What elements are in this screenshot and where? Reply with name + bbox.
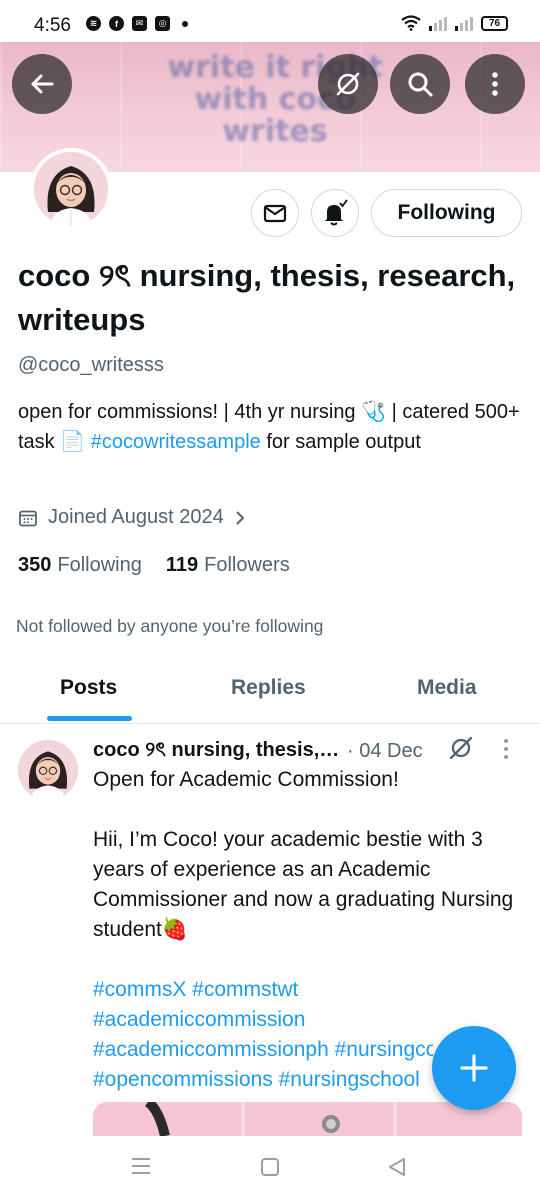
spotify-icon: ≋ bbox=[86, 16, 101, 31]
tweet-date[interactable]: · 04 Dec bbox=[347, 740, 423, 763]
recent-apps-button[interactable] bbox=[130, 1156, 152, 1181]
profile-bio: open for commissions! | 4th yr nursing 🩺… bbox=[18, 397, 523, 457]
grok-button[interactable] bbox=[318, 54, 378, 114]
calendar-icon bbox=[19, 510, 37, 526]
tab-active-indicator bbox=[47, 716, 132, 721]
messenger-icon: ✉ bbox=[132, 16, 147, 31]
status-bar: 4:56 ≋ f ✉ ◎ 76 bbox=[0, 0, 540, 44]
following-count: 350 bbox=[18, 554, 52, 576]
message-button[interactable] bbox=[251, 189, 299, 237]
chevron-right-icon bbox=[235, 510, 245, 525]
compose-post-button[interactable] bbox=[432, 1026, 516, 1110]
following-label: Following bbox=[57, 554, 142, 576]
grok-icon bbox=[336, 72, 360, 96]
profile-avatar[interactable] bbox=[30, 148, 112, 230]
followers-count-link[interactable]: 119 Followers bbox=[166, 554, 290, 577]
bio-suffix: for sample output bbox=[260, 431, 421, 453]
following-button[interactable]: Following bbox=[371, 189, 522, 237]
signal-2-icon bbox=[455, 15, 473, 31]
bio-hashtag-link[interactable]: #cocowritessample bbox=[91, 431, 261, 453]
facebook-icon: f bbox=[109, 16, 124, 31]
home-button[interactable] bbox=[259, 1156, 281, 1183]
followers-count: 119 bbox=[165, 554, 199, 576]
tab-posts[interactable]: Posts bbox=[60, 676, 117, 700]
back-arrow-icon bbox=[31, 74, 54, 94]
more-vertical-icon bbox=[492, 72, 498, 96]
square-home-icon bbox=[261, 1158, 279, 1176]
joined-date-row[interactable]: Joined August 2024 bbox=[18, 506, 246, 529]
tab-media[interactable]: Media bbox=[417, 676, 477, 700]
notification-dot bbox=[182, 20, 188, 27]
tweet-body[interactable]: Open for Academic Commission! Hii, I’m C… bbox=[93, 765, 523, 975]
tweet-line2: Hii, I’m Coco! your academic bestie with… bbox=[93, 828, 514, 941]
followers-label: Followers bbox=[204, 554, 290, 576]
mail-icon bbox=[263, 204, 287, 223]
tweet-media[interactable] bbox=[93, 1102, 522, 1136]
tweet-hashtags-line1[interactable]: #commsX #commstwt bbox=[93, 975, 433, 1005]
more-vertical-icon bbox=[504, 739, 508, 759]
bell-check-icon bbox=[325, 199, 348, 226]
tweet-author-name[interactable]: coco ୨ৎ nursing, thesis, research, write… bbox=[93, 735, 341, 768]
search-button[interactable] bbox=[390, 54, 450, 114]
menu-lines-icon bbox=[132, 1158, 150, 1174]
android-navigation-bar bbox=[0, 1136, 540, 1200]
tweet-grok-button[interactable] bbox=[448, 735, 474, 766]
status-icons-left: ≋ f ✉ ◎ bbox=[86, 16, 188, 31]
tweet-hashtags: #commsX #commstwt #academiccommission #a… bbox=[93, 975, 433, 1095]
status-icons-right: 76 bbox=[401, 15, 508, 31]
status-time: 4:56 bbox=[34, 15, 71, 36]
tweet-hashtags-line2[interactable]: #academiccommission bbox=[93, 1005, 433, 1035]
battery-icon: 76 bbox=[481, 15, 508, 31]
following-count-link[interactable]: 350 Following bbox=[18, 554, 142, 577]
instagram-icon: ◎ bbox=[155, 16, 170, 31]
tweet-hashtags-line4[interactable]: #opencommissions #nursingschool bbox=[93, 1065, 433, 1095]
search-icon bbox=[408, 72, 433, 97]
tweet-hashtags-line3[interactable]: #academiccommissionph #nursingcommission bbox=[93, 1035, 433, 1065]
grok-icon bbox=[449, 736, 473, 760]
joined-text: Joined August 2024 bbox=[48, 506, 224, 528]
follow-counts: 350 Following 119 Followers bbox=[18, 554, 290, 577]
more-options-button[interactable] bbox=[465, 54, 525, 114]
profile-display-name: coco ୨ৎ nursing, thesis, research, write… bbox=[18, 258, 516, 337]
tweet-line1: Open for Academic Commission! bbox=[93, 768, 399, 791]
wifi-icon bbox=[401, 15, 421, 31]
signal-1-icon bbox=[429, 15, 447, 31]
media-preview bbox=[144, 1102, 340, 1136]
avatar-illustration bbox=[34, 152, 108, 226]
triangle-back-icon bbox=[389, 1158, 405, 1176]
back-button[interactable] bbox=[12, 54, 72, 114]
profile-handle: @coco_writesss bbox=[18, 354, 164, 376]
tab-replies[interactable]: Replies bbox=[231, 676, 306, 700]
avatar-illustration bbox=[18, 740, 78, 800]
not-followed-notice: Not followed by anyone you’re following bbox=[16, 616, 324, 636]
notifications-button[interactable] bbox=[311, 189, 359, 237]
plus-icon bbox=[460, 1054, 488, 1082]
tweet-avatar[interactable] bbox=[18, 740, 78, 800]
profile-tabs: Posts Replies Media bbox=[0, 664, 540, 724]
tweet-more-button[interactable] bbox=[500, 738, 512, 765]
back-nav-button[interactable] bbox=[386, 1156, 408, 1183]
